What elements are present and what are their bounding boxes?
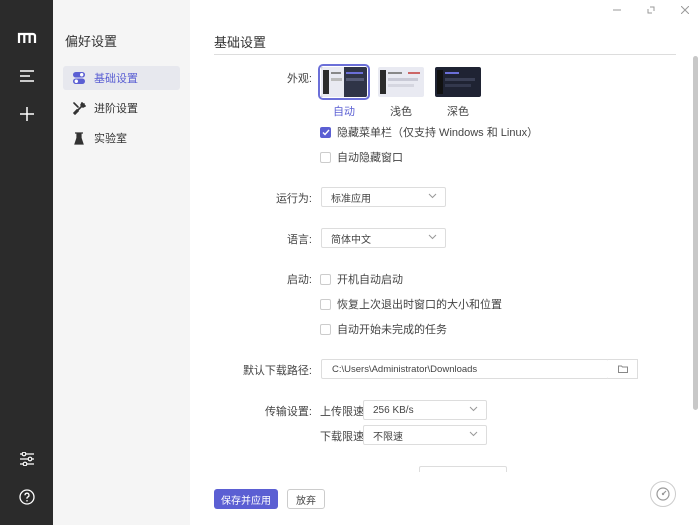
appearance-label: 外观:: [286, 73, 312, 85]
save-and-apply-button[interactable]: 保存并应用: [214, 489, 278, 509]
help-icon[interactable]: [0, 482, 53, 512]
discard-button[interactable]: 放弃: [287, 489, 325, 509]
nav-item-lab[interactable]: 实验室: [63, 126, 180, 150]
checkbox-label: 恢复上次退出时窗口的大小和位置: [337, 299, 502, 311]
theme-light-thumbnail[interactable]: [378, 67, 424, 97]
checkbox-box[interactable]: [320, 323, 331, 335]
folder-icon[interactable]: [608, 359, 638, 379]
download-limit-select[interactable]: 不限速: [363, 425, 487, 445]
nav-item-label: 进阶设置: [94, 103, 138, 115]
chevron-down-icon: [469, 431, 478, 437]
run-as-select[interactable]: 标准应用: [321, 187, 446, 207]
checkbox-label: 隐藏菜单栏（仅支持 Windows 和 Linux）: [337, 127, 539, 139]
nav-title: 偏好设置: [65, 34, 118, 49]
restore-window-size-checkbox[interactable]: 恢复上次退出时窗口的大小和位置: [320, 296, 502, 312]
settings-scroll-area[interactable]: 外观: 自动 浅色 深色 隐藏菜单栏（仅支持 Windows 和 Linux） …: [190, 56, 700, 472]
title-divider: [214, 54, 676, 55]
theme-light-caption: 浅色: [390, 106, 412, 118]
preferences-icon[interactable]: [0, 444, 53, 474]
launch-at-login-checkbox[interactable]: 开机自动启动: [320, 271, 403, 287]
settings-nav: 偏好设置 基础设置 进阶设置 实验室: [53, 0, 190, 525]
upload-limit-select[interactable]: 256 KB/s: [363, 400, 487, 420]
download-path-input[interactable]: C:\Users\Administrator\Downloads: [321, 359, 609, 379]
clipped-next-input[interactable]: [419, 466, 507, 472]
theme-auto-caption: 自动: [333, 106, 355, 118]
close-icon[interactable]: [672, 0, 698, 20]
run-as-label: 运行为:: [275, 193, 312, 205]
nav-item-advanced[interactable]: 进阶设置: [63, 96, 180, 120]
toggle-icon: [72, 71, 86, 85]
run-as-value: 标准应用: [331, 193, 371, 205]
language-label: 语言:: [286, 234, 312, 246]
download-path-label: 默认下载路径:: [242, 365, 312, 377]
language-select[interactable]: 简体中文: [321, 228, 446, 248]
app-rail: [0, 0, 53, 525]
checkbox-label: 自动开始未完成的任务: [337, 324, 447, 336]
speedometer-icon[interactable]: [650, 481, 676, 507]
nav-item-label: 基础设置: [94, 73, 138, 85]
resume-unfinished-tasks-checkbox[interactable]: 自动开始未完成的任务: [320, 321, 447, 337]
nav-item-label: 实验室: [94, 133, 127, 145]
flask-icon: [72, 131, 86, 145]
download-limit-value: 不限速: [373, 431, 403, 443]
transfer-label: 传输设置:: [264, 406, 312, 418]
chevron-down-icon: [469, 406, 478, 412]
chevron-down-icon: [428, 234, 437, 240]
theme-auto-thumbnail[interactable]: [318, 64, 370, 100]
nav-item-basic[interactable]: 基础设置: [63, 66, 180, 90]
hide-menubar-checkbox[interactable]: 隐藏菜单栏（仅支持 Windows 和 Linux）: [320, 124, 538, 140]
theme-dark-caption: 深色: [447, 106, 469, 118]
task-list-icon[interactable]: [0, 61, 53, 91]
download-limit-label: 下载限速: [320, 431, 364, 443]
minimize-icon[interactable]: [604, 0, 630, 20]
checkbox-label: 自动隐藏窗口: [337, 152, 403, 164]
checkbox-box[interactable]: [320, 151, 331, 163]
auto-hide-window-checkbox[interactable]: 自动隐藏窗口: [320, 149, 403, 165]
tools-icon: [72, 101, 86, 115]
startup-label: 启动:: [286, 274, 312, 286]
checkbox-box[interactable]: [320, 298, 331, 310]
theme-dark-thumbnail[interactable]: [435, 67, 481, 97]
page-title: 基础设置: [214, 35, 267, 50]
add-task-icon[interactable]: [0, 99, 53, 129]
restore-icon[interactable]: [638, 0, 664, 20]
upload-limit-value: 256 KB/s: [373, 404, 414, 416]
checkbox-box[interactable]: [320, 126, 331, 138]
language-value: 简体中文: [331, 234, 371, 246]
settings-content: 基础设置 外观: 自动 浅色 深色 隐藏菜单栏（仅支持 Windows 和 Li…: [190, 0, 700, 525]
checkbox-label: 开机自动启动: [337, 274, 403, 286]
app-logo-icon[interactable]: [0, 23, 53, 53]
scrollbar[interactable]: [693, 56, 698, 410]
upload-limit-label: 上传限速: [320, 406, 364, 418]
chevron-down-icon: [428, 193, 437, 199]
checkbox-box[interactable]: [320, 273, 331, 285]
